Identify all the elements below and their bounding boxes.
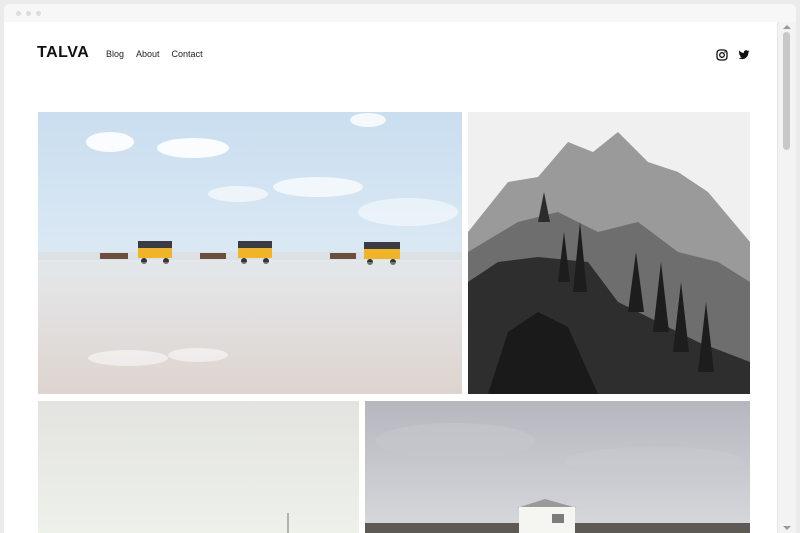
nav-contact[interactable]: Contact [172, 49, 203, 59]
window-dot [26, 11, 31, 16]
nav-blog[interactable]: Blog [106, 49, 124, 59]
scrollbar[interactable] [777, 22, 796, 533]
scroll-down-icon[interactable] [783, 526, 791, 530]
main-nav: Blog About Contact [106, 49, 203, 59]
photo-beach-carriages[interactable] [38, 112, 462, 394]
photo-white-hut[interactable] [365, 401, 750, 533]
title-bar [4, 4, 796, 22]
photo-foggy-field[interactable] [38, 401, 359, 533]
twitter-icon[interactable] [738, 48, 750, 60]
window-dot [36, 11, 41, 16]
nav-about[interactable]: About [136, 49, 160, 59]
scroll-thumb[interactable] [783, 32, 790, 150]
social-links [716, 48, 750, 61]
page-content: TALVA Blog About Contact [4, 22, 778, 533]
browser-window: TALVA Blog About Contact [4, 4, 796, 533]
photo-mountain-bw[interactable] [468, 112, 750, 394]
window-dot [16, 11, 21, 16]
instagram-icon[interactable] [716, 48, 728, 61]
scroll-up-icon[interactable] [783, 25, 791, 29]
site-logo[interactable]: TALVA [37, 44, 89, 62]
